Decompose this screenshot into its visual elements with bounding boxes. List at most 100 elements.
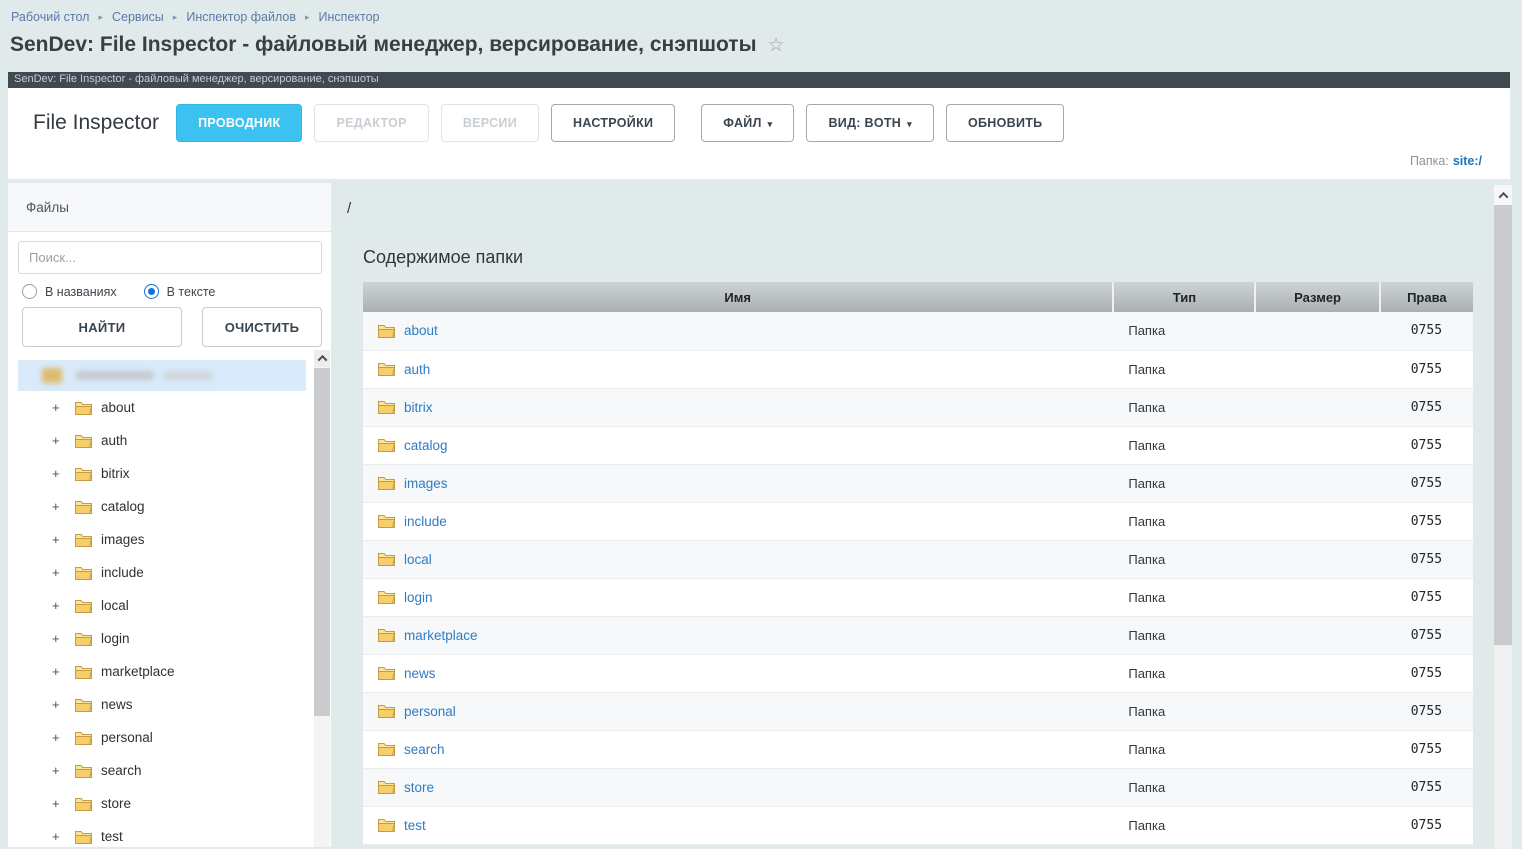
breadcrumb-link[interactable]: Сервисы (112, 10, 164, 24)
search-scope-radio-0[interactable]: В названиях (22, 284, 117, 299)
expand-plus-icon[interactable]: + (52, 466, 65, 481)
folder-link[interactable]: store (404, 780, 434, 795)
type-cell: Папка (1113, 806, 1255, 844)
radio-label: В тексте (167, 285, 216, 299)
expand-plus-icon[interactable]: + (52, 829, 65, 844)
tree-item[interactable]: + news (8, 688, 331, 721)
find-button[interactable]: НАЙТИ (22, 307, 182, 347)
tree-item[interactable]: + auth (8, 424, 331, 457)
search-scope-radio-1[interactable]: В тексте (144, 284, 216, 299)
size-cell (1255, 692, 1379, 730)
tree-item-label[interactable]: include (101, 565, 144, 580)
tree-item-label[interactable]: catalog (101, 499, 145, 514)
tree-item[interactable]: + include (8, 556, 331, 589)
expand-plus-icon[interactable]: + (52, 565, 65, 580)
expand-plus-icon[interactable]: + (52, 499, 65, 514)
tree-item-label[interactable]: news (101, 697, 133, 712)
scroll-up-icon[interactable] (1494, 185, 1512, 205)
file-menu-button[interactable]: ФАЙЛ▾ (701, 104, 794, 142)
tree-item-label[interactable]: personal (101, 730, 153, 745)
explorer-button[interactable]: ПРОВОДНИК (176, 104, 302, 142)
folder-link[interactable]: marketplace (404, 628, 478, 643)
radio-unchecked-icon[interactable] (22, 284, 37, 299)
tree-item-label[interactable]: bitrix (101, 466, 130, 481)
expand-plus-icon[interactable]: + (52, 400, 65, 415)
table-row: test Папка 0755 (363, 806, 1473, 844)
tree-item-label[interactable]: about (101, 400, 135, 415)
redacted-label (76, 371, 154, 380)
folder-link[interactable]: login (404, 590, 433, 605)
breadcrumb-link[interactable]: Инспектор файлов (186, 10, 296, 24)
expand-plus-icon[interactable]: + (52, 730, 65, 745)
scroll-up-icon[interactable] (314, 350, 330, 367)
tree-item[interactable]: + bitrix (8, 457, 331, 490)
expand-plus-icon[interactable]: + (52, 631, 65, 646)
radio-label: В названиях (45, 285, 117, 299)
tree-scrollbar[interactable] (314, 350, 330, 847)
files-table: ИмяТипРазмерПрава about Папка 0755 auth … (363, 282, 1473, 845)
expand-plus-icon[interactable]: + (52, 763, 65, 778)
tree-item[interactable]: + personal (8, 721, 331, 754)
folder-link[interactable]: personal (404, 704, 456, 719)
tree-item-label[interactable]: local (101, 598, 129, 613)
breadcrumb-link[interactable]: Инспектор (319, 10, 380, 24)
tree-item[interactable]: + marketplace (8, 655, 331, 688)
table-row: personal Папка 0755 (363, 692, 1473, 730)
folder-link[interactable]: images (404, 476, 448, 491)
tree-item-label[interactable]: store (101, 796, 131, 811)
folder-link[interactable]: local (404, 552, 432, 567)
tree-item[interactable]: + about (8, 391, 331, 424)
expand-plus-icon[interactable]: + (52, 697, 65, 712)
expand-plus-icon[interactable]: + (52, 664, 65, 679)
expand-plus-icon[interactable]: + (52, 598, 65, 613)
folder-link[interactable]: catalog (404, 438, 448, 453)
tree-item-label[interactable]: search (101, 763, 142, 778)
name-cell: images (363, 464, 1113, 502)
tree-item-label[interactable]: images (101, 532, 145, 547)
tree-item-label[interactable]: login (101, 631, 130, 646)
tree-item-label[interactable]: marketplace (101, 664, 175, 679)
sidebar-buttons: НАЙТИ ОЧИСТИТЬ (22, 307, 331, 347)
main-scrollbar[interactable] (1494, 185, 1512, 849)
tree-item[interactable]: + local (8, 589, 331, 622)
folder-link[interactable]: bitrix (404, 400, 433, 415)
tree-scrollbar-thumb[interactable] (314, 368, 330, 716)
breadcrumb-link[interactable]: Рабочий стол (11, 10, 89, 24)
expand-plus-icon[interactable]: + (52, 433, 65, 448)
main-inner: Содержимое папки ИмяТипРазмерПрава about… (363, 247, 1473, 845)
page-title-text: SenDev: File Inspector - файловый менедж… (10, 33, 757, 57)
tree-item[interactable]: + store (8, 787, 331, 820)
expand-plus-icon[interactable]: + (52, 796, 65, 811)
current-folder-link[interactable]: site:/ (1453, 154, 1482, 168)
tree-item-label[interactable]: auth (101, 433, 127, 448)
name-cell: include (363, 502, 1113, 540)
folder-link[interactable]: include (404, 514, 447, 529)
redacted-folder-icon (42, 368, 62, 383)
type-cell: Папка (1113, 730, 1255, 768)
tree-item[interactable]: + login (8, 622, 331, 655)
folder-link[interactable]: test (404, 818, 426, 833)
clear-button[interactable]: ОЧИСТИТЬ (202, 307, 322, 347)
tree-root-item-redacted[interactable] (18, 360, 306, 391)
folder-link[interactable]: news (404, 666, 436, 681)
folder-link[interactable]: about (404, 323, 438, 338)
tree-item-label[interactable]: test (101, 829, 123, 844)
folder-link[interactable]: auth (404, 362, 430, 377)
tree-item[interactable]: + test (8, 820, 331, 847)
tree-item[interactable]: + images (8, 523, 331, 556)
search-input[interactable] (18, 241, 322, 274)
tree-item[interactable]: + search (8, 754, 331, 787)
favorite-star-icon[interactable]: ☆ (768, 36, 785, 55)
expand-plus-icon[interactable]: + (52, 532, 65, 547)
radio-checked-icon[interactable] (144, 284, 159, 299)
settings-button[interactable]: НАСТРОЙКИ (551, 104, 675, 142)
main-scrollbar-thumb[interactable] (1494, 205, 1512, 645)
view-menu-button[interactable]: ВИД: BOTH▾ (806, 104, 934, 142)
page-title: SenDev: File Inspector - файловый менедж… (10, 33, 1510, 57)
tree-item[interactable]: + catalog (8, 490, 331, 523)
folder-icon (378, 400, 395, 414)
refresh-button[interactable]: ОБНОВИТЬ (946, 104, 1065, 142)
folder-link[interactable]: search (404, 742, 445, 757)
table-header-row: ИмяТипРазмерПрава (363, 282, 1473, 312)
file-tree: + about + auth + bitrix + catalog + imag… (8, 360, 331, 847)
